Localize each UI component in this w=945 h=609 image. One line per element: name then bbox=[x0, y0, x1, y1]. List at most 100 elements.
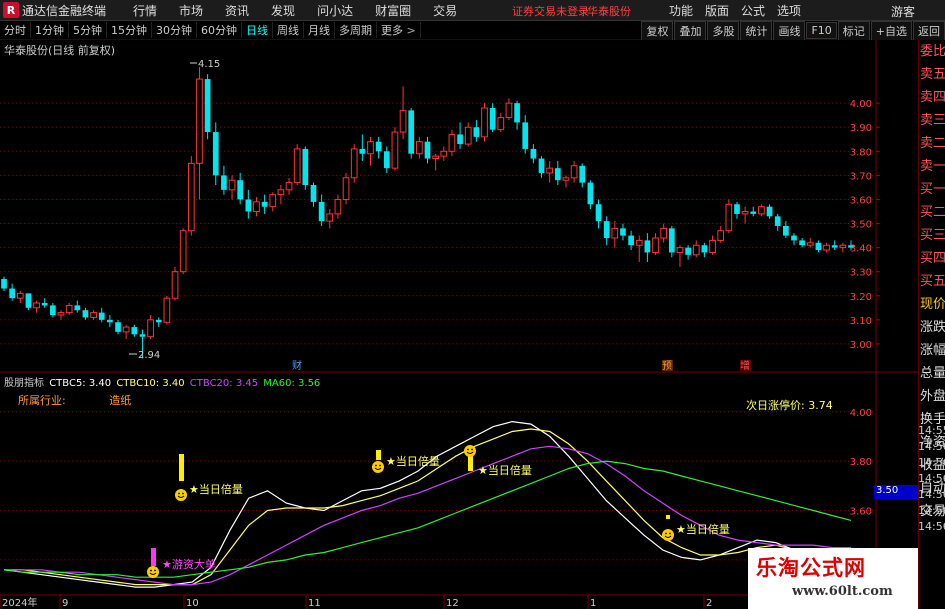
smiley-icon-face bbox=[662, 529, 674, 541]
guest-user[interactable]: 游客 bbox=[891, 3, 915, 20]
adjust-button[interactable]: 复权 bbox=[641, 20, 674, 41]
quote-row[interactable]: 现价 bbox=[919, 293, 945, 316]
candle-body-down bbox=[261, 201, 268, 207]
candle-body-down bbox=[408, 110, 415, 154]
candle-body-down bbox=[302, 148, 309, 186]
current-value-tag: 3.50 bbox=[874, 485, 918, 499]
tick-time: 14:56 bbox=[918, 488, 945, 501]
smiley-icon-eye bbox=[665, 532, 667, 535]
candle-body-up bbox=[269, 194, 277, 208]
tick-time: 14:56 bbox=[918, 472, 945, 485]
menu-item-quotes[interactable]: 行情 bbox=[122, 2, 168, 19]
menu-item-options[interactable]: 选项 bbox=[771, 2, 807, 19]
menu-item-layout[interactable]: 版面 bbox=[699, 2, 735, 19]
candle-body-down bbox=[221, 175, 227, 190]
candle-body-down bbox=[530, 148, 537, 159]
quote-row[interactable]: 卖三 bbox=[919, 109, 945, 132]
chart-background bbox=[0, 40, 918, 609]
menu-item-news[interactable]: 资讯 bbox=[214, 2, 260, 19]
quote-row[interactable]: 涨幅 bbox=[919, 339, 945, 362]
quote-row[interactable]: 买五 bbox=[919, 270, 945, 293]
menu-item-wealth[interactable]: 财富圈 bbox=[364, 2, 422, 19]
period-tab-5min[interactable]: 5分钟 bbox=[69, 22, 107, 38]
price-tick-label: 3.50 bbox=[850, 220, 872, 231]
period-tab-monthly[interactable]: 月线 bbox=[304, 22, 335, 38]
candle-body-down bbox=[74, 305, 81, 311]
candle-body-up bbox=[57, 312, 65, 316]
menu-item-functions[interactable]: 功能 bbox=[663, 2, 699, 19]
quote-row[interactable]: 外盘 bbox=[919, 385, 945, 408]
quote-row[interactable]: 买四 bbox=[919, 247, 945, 270]
quote-row[interactable]: 买一 bbox=[919, 178, 945, 201]
f10-button[interactable]: F10 bbox=[806, 22, 837, 39]
signal-label-big-order: ★游资大单 bbox=[162, 557, 216, 571]
candle-body-up bbox=[481, 107, 488, 138]
add-watchlist-button[interactable]: +自选 bbox=[870, 20, 912, 41]
draw-line-button[interactable]: 画线 bbox=[773, 20, 806, 41]
indicator-name[interactable]: 股朋指标 bbox=[4, 378, 44, 389]
chevron-right-icon: > bbox=[406, 24, 416, 37]
quote-row[interactable]: 卖四 bbox=[919, 86, 945, 109]
smiley-icon-eye bbox=[375, 464, 377, 467]
menu-item-trade[interactable]: 交易 bbox=[422, 2, 468, 19]
menu-item-discover[interactable]: 发现 bbox=[260, 2, 306, 19]
kline-chart[interactable]: 4.003.903.803.703.603.503.403.303.203.10… bbox=[0, 40, 918, 609]
menu-item-market[interactable]: 市场 bbox=[168, 2, 214, 19]
time-label: 1 bbox=[590, 598, 596, 609]
period-tab-timeshare[interactable]: 分时 bbox=[0, 22, 31, 38]
candle-body-up bbox=[399, 109, 407, 133]
candle-body-up bbox=[546, 167, 554, 174]
smiley-icon-eye bbox=[154, 569, 156, 572]
candle-body-up bbox=[709, 239, 716, 253]
period-tab-1min[interactable]: 1分钟 bbox=[31, 22, 69, 38]
quote-row[interactable]: 卖二 bbox=[919, 132, 945, 155]
candle-body-down bbox=[41, 302, 48, 306]
candle-body-up bbox=[196, 78, 203, 164]
period-tab-multi[interactable]: 多周期 bbox=[335, 22, 377, 38]
period-tab-daily[interactable]: 日线 bbox=[242, 22, 273, 38]
period-tab-60min[interactable]: 60分钟 bbox=[197, 22, 242, 38]
candle-body-down bbox=[579, 165, 586, 183]
indicator-legend: 股朋指标 CTBC5: 3.40 CTBC10: 3.40 CTBC20: 3.… bbox=[4, 374, 322, 389]
mark-button[interactable]: 标记 bbox=[837, 20, 870, 41]
quote-row[interactable]: 委比 bbox=[919, 40, 945, 63]
period-tab-30min[interactable]: 30分钟 bbox=[152, 22, 197, 38]
candle-body-up bbox=[717, 230, 725, 241]
legend-ctbc10: CTBC10: 3.40 bbox=[116, 378, 185, 389]
candle-body-up bbox=[90, 312, 97, 318]
candle-body-up bbox=[676, 247, 684, 253]
tick-time: 14:56 bbox=[918, 504, 945, 517]
back-button[interactable]: 返回 bbox=[913, 20, 945, 41]
candle-body-down bbox=[50, 305, 56, 316]
smiley-icon-face bbox=[372, 461, 384, 473]
quote-row[interactable]: 总量 bbox=[919, 362, 945, 385]
period-tab-more[interactable]: 更多 > bbox=[377, 22, 421, 38]
candle-body-down bbox=[620, 228, 626, 236]
app-title: 通达信金融终端 bbox=[22, 3, 107, 18]
quote-row[interactable]: 买三 bbox=[919, 224, 945, 247]
period-tab-15min[interactable]: 15分钟 bbox=[107, 22, 152, 38]
quote-row[interactable]: 卖一 bbox=[919, 155, 945, 178]
signal-label-1: ★当日倍量 bbox=[189, 482, 243, 496]
current-stock-name: 华泰股份 bbox=[587, 5, 631, 18]
candle-body-up bbox=[33, 302, 40, 309]
price-tick-label: 3.10 bbox=[850, 316, 872, 327]
quote-row[interactable]: 买二 bbox=[919, 201, 945, 224]
time-label: 12 bbox=[446, 598, 459, 609]
candle-body-down bbox=[9, 288, 15, 299]
multi-stock-button[interactable]: 多股 bbox=[707, 20, 740, 41]
period-tab-weekly[interactable]: 周线 bbox=[273, 22, 304, 38]
login-status[interactable]: 证券交易未登录 bbox=[512, 3, 589, 19]
menu-item-ask[interactable]: 问小达 bbox=[306, 2, 364, 19]
overlay-button[interactable]: 叠加 bbox=[674, 20, 707, 41]
quote-row[interactable]: 卖五 bbox=[919, 63, 945, 86]
candle-body-down bbox=[237, 180, 244, 200]
price-tick-label: 3.00 bbox=[850, 340, 872, 351]
quote-row[interactable]: 涨跌 bbox=[919, 316, 945, 339]
menu-item-formula[interactable]: 公式 bbox=[735, 2, 771, 19]
candle-body-up bbox=[179, 230, 187, 273]
stats-button[interactable]: 统计 bbox=[740, 20, 773, 41]
time-label: 10 bbox=[186, 598, 199, 609]
candle-body-down bbox=[595, 204, 602, 222]
candle-body-down bbox=[799, 240, 805, 246]
